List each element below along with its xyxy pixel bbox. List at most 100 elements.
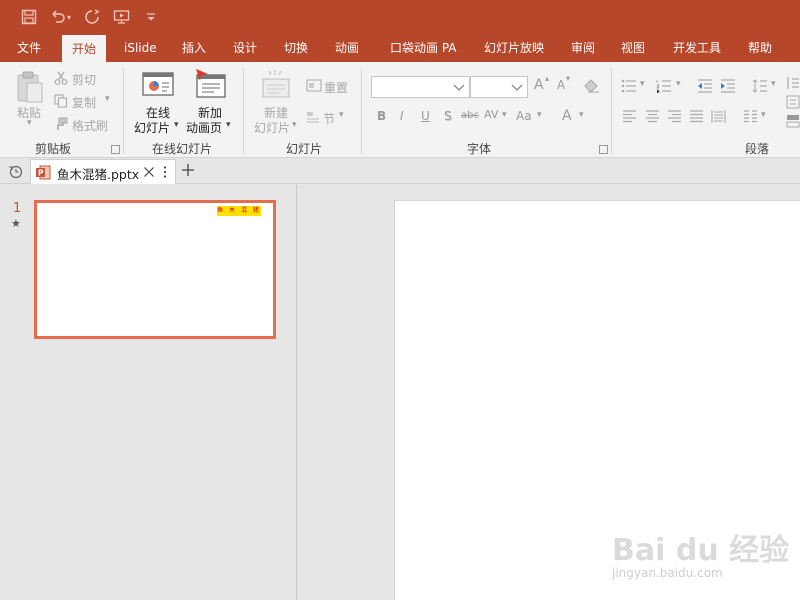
tab-transitions[interactable]: 切换 <box>284 34 308 62</box>
document-tab-label: 鱼木混猪.pptx <box>57 167 140 182</box>
tab-review[interactable]: 审阅 <box>571 34 595 62</box>
shrink-font-icon[interactable]: A <box>557 78 565 92</box>
bullets-icon[interactable] <box>621 79 637 93</box>
text-direction-icon[interactable] <box>786 76 800 90</box>
group-divider <box>611 68 612 154</box>
bold-button[interactable]: B <box>377 109 386 123</box>
tab-developer[interactable]: 开发工具 <box>673 34 721 62</box>
character-spacing-dropdown-icon[interactable]: ▾ <box>502 110 507 120</box>
numbering-icon[interactable] <box>656 79 672 94</box>
tab-home[interactable]: 开始 <box>62 35 107 62</box>
new-animation-page-label-2[interactable]: 动画页 <box>186 119 222 136</box>
copy-icon <box>54 94 68 108</box>
watermark-logo: Bai du 经验 <box>612 533 790 568</box>
section-dropdown-icon[interactable]: ▾ <box>339 110 344 120</box>
align-right-icon[interactable] <box>667 110 682 124</box>
tab-insert[interactable]: 插入 <box>182 34 206 62</box>
reset-button[interactable]: 重置 <box>324 79 348 96</box>
online-slides-group-label: 在线幻灯片 <box>152 142 213 156</box>
tab-file[interactable]: 文件 <box>17 34 41 62</box>
paste-dropdown-icon[interactable]: ▾ <box>27 118 32 128</box>
tab-view[interactable]: 视图 <box>621 34 645 62</box>
ribbon-tabs: 文件 开始 iSlide 插入 设计 切换 动画 口袋动画 PA 幻灯片放映 审… <box>0 34 800 62</box>
new-slide-label-2[interactable]: 幻灯片 <box>254 119 290 136</box>
strikethrough-button[interactable]: abc <box>461 110 479 121</box>
animation-star-icon: ★ <box>11 217 21 230</box>
justify-icon[interactable] <box>689 110 704 124</box>
change-case-dropdown-icon[interactable]: ▾ <box>537 110 542 120</box>
save-icon[interactable] <box>19 7 39 27</box>
align-text-icon[interactable] <box>786 95 800 109</box>
group-divider <box>123 68 124 154</box>
slide-thumbnail[interactable]: 鱼 木 混 猪 <box>34 200 276 339</box>
copy-dropdown-icon[interactable]: ▾ <box>105 94 110 104</box>
reset-icon <box>306 79 322 93</box>
tab-pocket-animation[interactable]: 口袋动画 PA <box>390 34 457 62</box>
font-size-select[interactable] <box>470 76 528 98</box>
new-animation-page-icon[interactable] <box>194 68 228 103</box>
online-slides-icon[interactable] <box>142 71 174 102</box>
group-divider <box>243 68 244 154</box>
clipboard-group-label: 剪贴板 <box>35 142 72 156</box>
thumbnail-title-text: 鱼 木 混 猪 <box>217 206 261 216</box>
slides-group-label: 幻灯片 <box>286 142 323 156</box>
new-tab-icon[interactable] <box>181 163 195 177</box>
tab-animations[interactable]: 动画 <box>335 34 359 62</box>
columns-dropdown-icon[interactable]: ▾ <box>761 110 766 120</box>
recent-files-icon[interactable] <box>8 164 23 179</box>
grow-font-arrow-icon: ▴ <box>545 74 550 83</box>
font-color-dropdown-icon[interactable]: ▾ <box>579 110 584 120</box>
distributed-align-icon[interactable] <box>711 110 726 124</box>
font-color-button[interactable]: A <box>562 108 572 124</box>
section-button[interactable]: 节 <box>323 110 335 127</box>
bullets-dropdown-icon[interactable]: ▾ <box>640 79 645 89</box>
shrink-font-arrow-icon: ▾ <box>566 74 571 83</box>
format-painter-button[interactable]: 格式刷 <box>72 117 108 134</box>
new-slide-dropdown-icon[interactable]: ▾ <box>292 120 297 130</box>
copy-button[interactable]: 复制 <box>72 94 96 111</box>
grow-font-icon[interactable]: A <box>534 77 544 93</box>
underline-button[interactable]: U <box>421 109 430 123</box>
new-slide-icon[interactable] <box>262 70 292 103</box>
tab-design[interactable]: 设计 <box>233 34 257 62</box>
scissors-icon <box>54 71 68 85</box>
line-spacing-dropdown-icon[interactable]: ▾ <box>771 79 776 89</box>
close-icon[interactable] <box>143 166 155 178</box>
format-painter-icon <box>54 117 68 131</box>
tab-slideshow[interactable]: 幻灯片放映 <box>484 34 544 62</box>
tab-islide[interactable]: iSlide <box>124 34 157 62</box>
clipboard-dialog-launcher-icon[interactable] <box>111 145 120 154</box>
clear-formatting-icon[interactable] <box>584 79 599 93</box>
cut-button[interactable]: 剪切 <box>72 71 96 88</box>
font-dialog-launcher-icon[interactable] <box>599 145 608 154</box>
align-left-icon[interactable] <box>622 110 637 124</box>
columns-icon[interactable] <box>743 110 758 124</box>
align-center-icon[interactable] <box>645 110 660 124</box>
redo-icon[interactable] <box>82 7 102 27</box>
customize-toolbar-icon[interactable] <box>141 7 161 27</box>
increase-indent-icon[interactable] <box>720 79 736 93</box>
numbering-dropdown-icon[interactable]: ▾ <box>676 79 681 89</box>
change-case-button[interactable]: Aa <box>516 109 532 123</box>
powerpoint-file-icon: P <box>36 165 51 180</box>
font-group-label: 字体 <box>467 142 492 156</box>
document-tab[interactable]: P 鱼木混猪.pptx <box>30 159 176 184</box>
line-spacing-icon[interactable] <box>752 79 768 93</box>
document-tab-bar: P 鱼木混猪.pptx <box>0 158 800 184</box>
shadow-button[interactable]: S <box>444 109 452 123</box>
svg-text:P: P <box>38 169 44 178</box>
more-options-icon[interactable] <box>162 165 168 179</box>
undo-dropdown-icon[interactable]: ▾ <box>64 7 74 27</box>
font-family-select[interactable] <box>371 76 470 98</box>
italic-button[interactable]: I <box>400 109 404 123</box>
tab-help[interactable]: 帮助 <box>748 34 772 62</box>
new-animation-page-dropdown-icon[interactable]: ▾ <box>226 120 231 130</box>
online-slides-dropdown-icon[interactable]: ▾ <box>174 120 179 130</box>
start-slideshow-icon[interactable] <box>112 7 132 27</box>
online-slides-label-2[interactable]: 幻灯片 <box>134 119 170 136</box>
decrease-indent-icon[interactable] <box>697 79 713 93</box>
paragraph-group-label: 段落 <box>745 142 770 156</box>
smartart-icon[interactable] <box>786 114 800 128</box>
paste-icon[interactable] <box>15 70 45 107</box>
character-spacing-button[interactable]: AV <box>484 108 498 121</box>
